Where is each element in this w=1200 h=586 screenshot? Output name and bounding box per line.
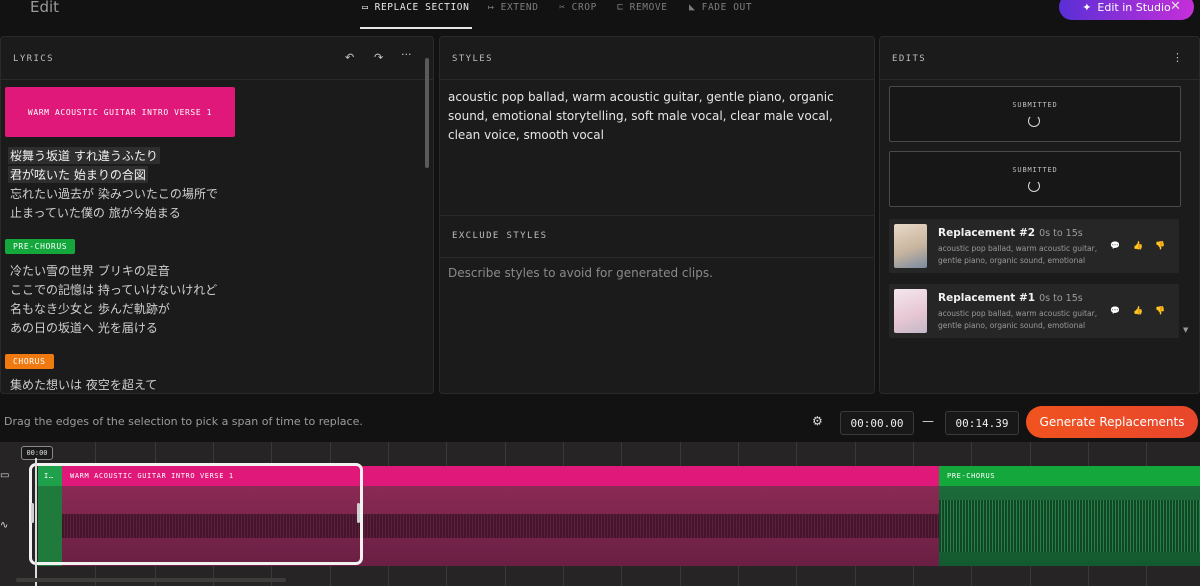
studio-button-label: Edit in Studio bbox=[1097, 0, 1171, 14]
top-bar bbox=[0, 0, 1200, 32]
waveform-prechorus bbox=[939, 486, 1200, 566]
lyrics-heading: LYRICS bbox=[13, 54, 54, 64]
section-tag-verse[interactable]: WARM ACOUSTIC GUITAR INTRO VERSE 1 bbox=[5, 87, 235, 137]
edits-panel: EDITS ⋮ SUBMITTED SUBMITTED Replacement … bbox=[879, 36, 1200, 394]
section-tag-prechorus[interactable]: PRE-CHORUS bbox=[5, 239, 76, 254]
timeline-segment-prechorus[interactable]: PRE-CHORUS bbox=[939, 466, 1200, 486]
remove-icon: ⊏ bbox=[617, 2, 624, 13]
tab-remove[interactable]: ⊏ REMOVE bbox=[617, 2, 668, 13]
active-tab-indicator bbox=[360, 27, 472, 29]
more-options-icon[interactable]: ··· bbox=[401, 48, 412, 61]
generate-replacements-button[interactable]: Generate Replacements bbox=[1026, 406, 1198, 438]
submitted-label: SUBMITTED bbox=[1012, 101, 1058, 109]
selection-left-handle[interactable] bbox=[31, 503, 34, 523]
replacement-name: Replacement #2 bbox=[938, 227, 1036, 239]
replacement-range: 0s to 15s bbox=[1039, 293, 1083, 304]
tab-label: EXTEND bbox=[500, 2, 539, 13]
tab-label: FADE OUT bbox=[701, 2, 753, 13]
replacement-title: Replacement #1 0s to 15s bbox=[938, 292, 1083, 304]
replacement-thumbnail bbox=[894, 289, 927, 333]
lyric-line[interactable]: 桜舞う坂道 すれ違うふたり bbox=[8, 147, 160, 164]
lyric-line[interactable]: あの日の坂道へ 光を届ける bbox=[10, 319, 158, 336]
tab-label: REPLACE SECTION bbox=[374, 2, 470, 13]
thumbs-up-icon[interactable]: 👍 bbox=[1133, 241, 1143, 250]
exclude-styles-heading: EXCLUDE STYLES bbox=[452, 231, 548, 241]
studio-icon: ✦ bbox=[1082, 0, 1092, 14]
comment-icon[interactable]: 💬 bbox=[1110, 241, 1120, 250]
tab-label: REMOVE bbox=[629, 2, 668, 13]
lyric-line[interactable]: ここでの記憶は 持っていけないけれど bbox=[10, 281, 217, 298]
replacement-name: Replacement #1 bbox=[938, 292, 1036, 304]
lyric-line[interactable]: 冷たい雪の世界 ブリキの足音 bbox=[10, 262, 170, 279]
playhead-time: 00:00 bbox=[21, 446, 53, 460]
styles-textarea[interactable]: acoustic pop ballad, warm acoustic guita… bbox=[448, 88, 838, 145]
thumbs-down-icon[interactable]: 👎 bbox=[1155, 241, 1165, 250]
extend-icon: ↦ bbox=[488, 2, 495, 13]
end-time-field[interactable]: 00:14.39 bbox=[945, 411, 1019, 435]
loading-spinner-icon bbox=[1028, 115, 1040, 127]
fade-icon: ◣ bbox=[689, 2, 696, 13]
replacement-description: acoustic pop ballad, warm acoustic guita… bbox=[938, 244, 1098, 265]
lyrics-scroll-thumb[interactable] bbox=[425, 58, 429, 168]
lyric-line[interactable]: 君が呟いた 始まりの合図 bbox=[8, 166, 148, 183]
track-lyrics-icon[interactable]: ▭ bbox=[0, 470, 9, 481]
replacement-title: Replacement #2 0s to 15s bbox=[938, 227, 1083, 239]
page-title: Edit bbox=[30, 0, 60, 16]
selection-range[interactable] bbox=[29, 463, 363, 565]
divider bbox=[440, 79, 874, 80]
edits-more-icon[interactable]: ⋮ bbox=[1172, 51, 1183, 64]
lyric-line[interactable]: 止まっていた僕の 旅が今始まる bbox=[10, 204, 181, 221]
lyrics-panel: LYRICS ↶ ↷ ··· WARM ACOUSTIC GUITAR INTR… bbox=[0, 36, 434, 394]
styles-panel: STYLES acoustic pop ballad, warm acousti… bbox=[439, 36, 875, 394]
submitted-card: SUBMITTED bbox=[889, 151, 1181, 207]
lyric-line[interactable]: 名もなき少女と 歩んだ軌跡が bbox=[10, 300, 170, 317]
start-time-field[interactable]: 00:00.00 bbox=[840, 411, 914, 435]
thumbs-up-icon[interactable]: 👍 bbox=[1133, 306, 1143, 315]
replacement-card[interactable]: Replacement #1 0s to 15s acoustic pop bal… bbox=[889, 284, 1179, 338]
replacement-range: 0s to 15s bbox=[1039, 228, 1083, 239]
tab-label: CROP bbox=[571, 2, 597, 13]
waveform-shape bbox=[939, 500, 1200, 552]
thumbs-down-icon[interactable]: 👎 bbox=[1155, 306, 1165, 315]
selection-hint: Drag the edges of the selection to pick … bbox=[4, 415, 363, 428]
close-icon[interactable]: ✕ bbox=[1170, 0, 1181, 14]
replace-icon: ▭ bbox=[362, 2, 369, 13]
tab-replace-section[interactable]: ▭ REPLACE SECTION bbox=[362, 2, 469, 13]
scroll-down-arrow-icon[interactable]: ▼ bbox=[1183, 326, 1188, 334]
exclude-styles-input[interactable]: Describe styles to avoid for generated c… bbox=[448, 266, 858, 280]
gear-icon[interactable]: ⚙ bbox=[812, 414, 823, 428]
tab-extend[interactable]: ↦ EXTEND bbox=[488, 2, 539, 13]
divider bbox=[440, 215, 874, 216]
divider bbox=[880, 79, 1199, 80]
edits-heading: EDITS bbox=[892, 54, 927, 64]
time-separator: — bbox=[922, 414, 934, 428]
lyric-line[interactable]: 忘れたい過去が 染みついたこの場所で bbox=[10, 185, 218, 202]
scissors-icon: ✂ bbox=[559, 2, 566, 13]
tab-fade-out[interactable]: ◣ FADE OUT bbox=[689, 2, 752, 13]
redo-icon[interactable]: ↷ bbox=[374, 51, 383, 64]
track-audio-icon[interactable]: ∿ bbox=[0, 520, 8, 531]
replacement-thumbnail bbox=[894, 224, 927, 268]
styles-heading: STYLES bbox=[452, 54, 493, 64]
replacement-card[interactable]: Replacement #2 0s to 15s acoustic pop bal… bbox=[889, 219, 1179, 273]
playhead[interactable] bbox=[35, 458, 37, 586]
divider bbox=[440, 257, 874, 258]
undo-icon[interactable]: ↶ bbox=[345, 51, 354, 64]
replacement-description: acoustic pop ballad, warm acoustic guita… bbox=[938, 309, 1098, 330]
comment-icon[interactable]: 💬 bbox=[1110, 306, 1120, 315]
selection-right-handle[interactable] bbox=[357, 503, 360, 523]
submitted-card: SUBMITTED bbox=[889, 86, 1181, 142]
tab-crop[interactable]: ✂ CROP bbox=[559, 2, 597, 13]
divider bbox=[1, 79, 433, 80]
section-tag-chorus[interactable]: CHORUS bbox=[5, 354, 54, 369]
loading-spinner-icon bbox=[1028, 180, 1040, 192]
timeline-scrollbar[interactable] bbox=[16, 578, 286, 582]
submitted-label: SUBMITTED bbox=[1012, 166, 1058, 174]
lyric-line[interactable]: 集めた想いは 夜空を超えて bbox=[10, 376, 157, 393]
